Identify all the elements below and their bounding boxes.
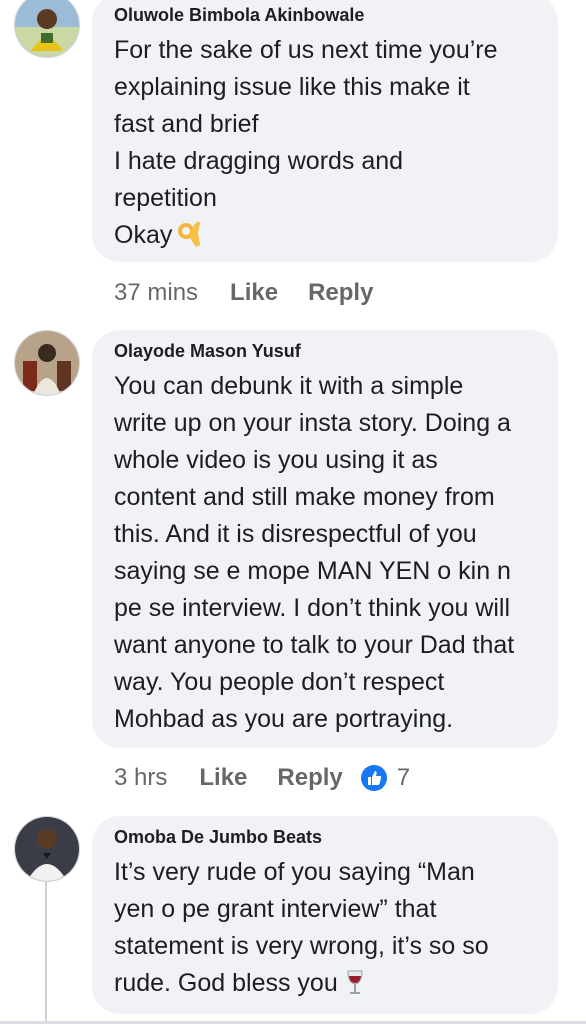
avatar[interactable] xyxy=(14,330,80,396)
comment-author[interactable]: Oluwole Bimbola Akinbowale xyxy=(114,4,536,26)
comment-text: For the sake of us next time you’re expl… xyxy=(114,36,498,249)
reply-thread-line xyxy=(45,882,47,1022)
avatar[interactable] xyxy=(14,0,80,58)
comment-timestamp[interactable]: 37 mins xyxy=(114,279,198,307)
comment-timestamp[interactable]: 3 hrs xyxy=(114,764,167,792)
comment-text: You can debunk it with a simple write up… xyxy=(114,372,515,733)
reply-button[interactable]: Reply xyxy=(277,764,342,792)
avatar[interactable] xyxy=(14,816,80,882)
reaction-summary[interactable]: 7 xyxy=(360,764,411,792)
comment-author[interactable]: Omoba De Jumbo Beats xyxy=(114,826,536,848)
comment-author[interactable]: Olayode Mason Yusuf xyxy=(114,340,536,362)
like-button[interactable]: Like xyxy=(199,764,247,792)
like-button[interactable]: Like xyxy=(230,279,278,307)
comment-actions: 3 hrs Like Reply 7 xyxy=(114,761,410,795)
comment-text: It’s very rude of you saying “Man yen o … xyxy=(114,858,489,997)
like-thumb-icon xyxy=(360,765,387,791)
wine-glass-emoji xyxy=(340,967,370,997)
reply-button[interactable]: Reply xyxy=(308,279,373,307)
comment-actions: 37 mins Like Reply xyxy=(114,276,403,310)
comment-bubble: Omoba De Jumbo Beats It’s very rude of y… xyxy=(92,816,558,1014)
comment-bubble: Olayode Mason Yusuf You can debunk it wi… xyxy=(92,330,558,748)
comment-bubble: Oluwole Bimbola Akinbowale For the sake … xyxy=(92,0,558,262)
comment-text-wrap: For the sake of us next time you’re expl… xyxy=(114,32,536,254)
comment-text-wrap: It’s very rude of you saying “Man yen o … xyxy=(114,854,536,1002)
reaction-count: 7 xyxy=(396,764,411,791)
ok-hand-emoji xyxy=(174,219,204,249)
